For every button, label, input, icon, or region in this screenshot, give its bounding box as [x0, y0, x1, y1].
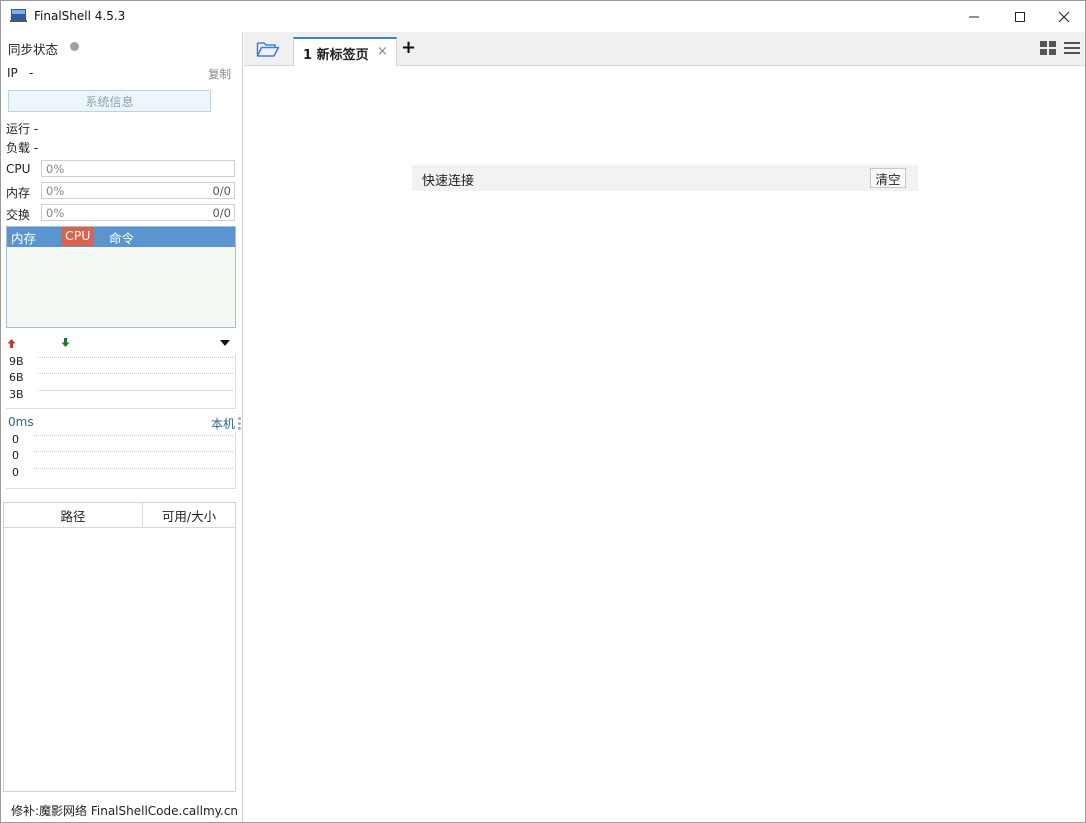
add-tab-icon[interactable]: + [401, 38, 417, 58]
network-ytick: 3B [9, 388, 24, 401]
cpu-meter: 0% [41, 160, 235, 177]
latency-monitor: 0ms 本机 0 0 0 [6, 414, 236, 489]
swap-ratio: 0/0 [212, 206, 231, 220]
process-column-command[interactable]: 命令 [109, 228, 134, 247]
minimize-button[interactable] [951, 1, 997, 32]
maximize-button[interactable] [997, 1, 1043, 32]
ip-label: IP [7, 66, 18, 80]
close-window-button[interactable] [1041, 1, 1086, 32]
splitter-handle[interactable] [238, 417, 241, 433]
latency-ytick: 0 [12, 433, 19, 446]
upload-arrow-icon [7, 339, 16, 348]
disk-table[interactable]: 路径 可用/大小 [3, 502, 236, 792]
latency-target-selector[interactable]: 本机 [211, 415, 235, 432]
network-ytick: 9B [9, 355, 24, 368]
network-ytick: 6B [9, 371, 24, 384]
latency-value: 0ms [8, 415, 34, 429]
minimize-icon [969, 16, 979, 17]
gridline [38, 357, 233, 358]
swap-label: 交换 [6, 208, 31, 222]
latency-ytick: 0 [12, 466, 19, 479]
window-title: FinalShell 4.5.3 [34, 9, 126, 23]
memory-label: 内存 [6, 186, 31, 200]
swap-percent: 0% [46, 206, 65, 220]
network-interface-dropdown-icon[interactable] [220, 340, 230, 346]
network-monitor: 9B 6B 3B [6, 336, 236, 409]
title-bar[interactable]: FinalShell 4.5.3 [1, 1, 1085, 32]
gridline [38, 373, 233, 374]
memory-ratio: 0/0 [212, 184, 231, 198]
cpu-label: CPU [6, 162, 31, 176]
latency-chart: 0 0 0 [6, 432, 236, 489]
folder-open-icon[interactable] [256, 40, 280, 58]
tab-close-icon[interactable]: × [377, 44, 388, 59]
grid-view-icon[interactable] [1040, 41, 1056, 55]
network-chart: 9B 6B 3B [6, 354, 236, 409]
quick-connect-bar: 快速连接 清空 [412, 165, 918, 191]
tab-label: 1 新标签页 [303, 48, 369, 63]
gridline [34, 435, 233, 436]
copy-ip-button[interactable]: 复制 [208, 66, 231, 82]
ip-value: - [29, 66, 34, 80]
sync-status-indicator [70, 42, 79, 51]
disk-table-header: 路径 可用/大小 [4, 503, 235, 528]
process-column-memory[interactable]: 内存 [11, 228, 36, 247]
uptime-label: 运行 - [6, 122, 39, 136]
clear-button[interactable]: 清空 [870, 168, 906, 188]
system-info-button[interactable]: 系统信息 [8, 90, 211, 112]
memory-meter: 0% 0/0 [41, 182, 235, 199]
memory-percent: 0% [46, 184, 65, 198]
process-list-header: 内存 CPU 命令 [7, 227, 235, 247]
new-tab-content: 快速连接 清空 [244, 67, 1085, 822]
gridline [34, 468, 233, 469]
disk-column-path[interactable]: 路径 [4, 503, 143, 528]
process-list[interactable]: 内存 CPU 命令 [6, 226, 236, 328]
load-label: 负载 - [6, 141, 39, 155]
sync-status-label: 同步状态 [8, 42, 59, 57]
quick-connect-label: 快速连接 [422, 174, 475, 189]
download-arrow-icon [61, 338, 70, 347]
menu-icon[interactable] [1064, 41, 1080, 55]
swap-meter: 0% 0/0 [41, 204, 235, 221]
gridline [38, 390, 233, 391]
app-logo-icon [10, 9, 27, 22]
cpu-percent: 0% [46, 162, 65, 176]
footer-credit: 修补:魔影网络 FinalShellCode.callmy.cn [11, 804, 239, 818]
app-window: FinalShell 4.5.3 同步状态 IP - 复制 系统信息 运行 - … [0, 0, 1086, 823]
monitor-sidebar: 同步状态 IP - 复制 系统信息 运行 - 负载 - CPU 0% 内存 0%… [1, 32, 243, 822]
tab-bar: 1 新标签页 × + [244, 32, 1085, 66]
process-column-cpu[interactable]: CPU [61, 227, 95, 246]
disk-column-size[interactable]: 可用/大小 [143, 503, 235, 528]
close-icon [1058, 11, 1070, 22]
gridline [34, 451, 233, 452]
latency-ytick: 0 [12, 449, 19, 462]
maximize-icon [1015, 11, 1025, 22]
tab-new-tab[interactable]: 1 新标签页 × [293, 37, 397, 66]
